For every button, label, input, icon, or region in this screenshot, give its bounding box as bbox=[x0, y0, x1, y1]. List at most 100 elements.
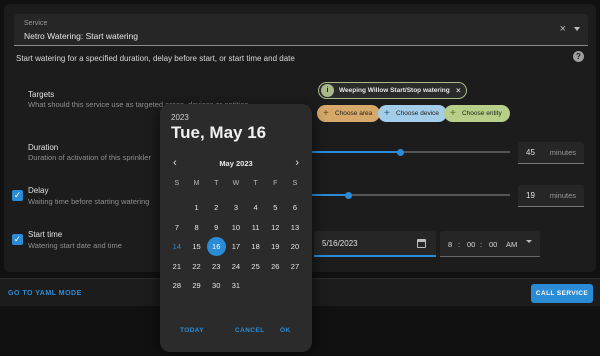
calendar-day-selected[interactable]: 16 bbox=[206, 237, 226, 257]
calendar-day[interactable]: 1 bbox=[187, 198, 207, 218]
calendar-day[interactable]: 10 bbox=[226, 218, 246, 238]
service-value: Netro Watering: Start watering bbox=[24, 31, 139, 41]
service-label: Service bbox=[24, 20, 48, 27]
delay-slider[interactable] bbox=[310, 191, 510, 199]
next-month-icon[interactable]: › bbox=[295, 158, 299, 169]
calendar-day[interactable]: 3 bbox=[226, 198, 246, 218]
targets-title: Targets bbox=[28, 90, 55, 99]
today-button[interactable]: TODAY bbox=[180, 327, 204, 334]
duration-unit: minutes bbox=[549, 148, 576, 157]
duration-slider-thumb[interactable] bbox=[396, 148, 404, 156]
calendar-day[interactable]: 4 bbox=[246, 198, 266, 218]
start-time-checkbox[interactable]: ✓ bbox=[12, 234, 23, 245]
choose-device-button[interactable]: + Choose device bbox=[378, 105, 447, 122]
time-minute[interactable]: 00 bbox=[467, 240, 475, 249]
calendar-day[interactable]: 29 bbox=[187, 276, 207, 296]
start-time-title: Start time bbox=[28, 230, 63, 239]
calendar-day[interactable]: 15 bbox=[187, 237, 207, 257]
weekday-label: F bbox=[273, 180, 278, 187]
weekday-label: T bbox=[253, 180, 258, 187]
calendar-day[interactable]: 26 bbox=[265, 257, 285, 277]
weekday-label: W bbox=[232, 180, 240, 187]
calendar-day[interactable]: 6 bbox=[285, 198, 305, 218]
time-separator: : bbox=[480, 240, 483, 249]
calendar-day[interactable]: 12 bbox=[265, 218, 285, 238]
plus-icon: + bbox=[323, 108, 329, 119]
delay-slider-fill bbox=[310, 194, 348, 196]
calendar-day[interactable]: 19 bbox=[265, 237, 285, 257]
prev-month-icon[interactable]: ‹ bbox=[173, 158, 177, 169]
start-date-input[interactable]: 5/16/2023 bbox=[314, 231, 436, 257]
delay-title: Delay bbox=[28, 186, 49, 195]
calendar-day[interactable]: 9 bbox=[206, 218, 226, 238]
weekday-label: S bbox=[292, 180, 298, 187]
picker-month-label: May 2023 bbox=[219, 159, 253, 168]
calendar-day[interactable]: 24 bbox=[226, 257, 246, 277]
plus-icon: + bbox=[450, 108, 456, 119]
time-separator: : bbox=[458, 240, 461, 249]
delay-slider-thumb[interactable] bbox=[344, 191, 352, 199]
calendar-day[interactable]: 28 bbox=[167, 276, 187, 296]
remove-chip-icon[interactable]: × bbox=[456, 83, 461, 98]
calendar-day[interactable]: 13 bbox=[285, 218, 305, 238]
call-service-button[interactable]: CALL SERVICE bbox=[531, 284, 593, 303]
time-second[interactable]: 00 bbox=[489, 240, 497, 249]
start-date-value: 5/16/2023 bbox=[322, 239, 358, 248]
start-time-input[interactable]: 8 : 00 : 00 AM bbox=[440, 231, 540, 257]
duration-slider-fill bbox=[310, 151, 400, 153]
picker-year[interactable]: 2023 bbox=[171, 113, 189, 122]
calendar-day[interactable]: 20 bbox=[285, 237, 305, 257]
calendar-day[interactable]: 18 bbox=[246, 237, 266, 257]
calendar-grid: S M T W T F S 1 2 3 4 5 6 7 8 9 10 11 12 13 14 15 16 17 18 19 20 21… bbox=[167, 178, 305, 296]
calendar-day[interactable]: 25 bbox=[246, 257, 266, 277]
calendar-day[interactable]: 27 bbox=[285, 257, 305, 277]
delay-input[interactable]: 19 minutes bbox=[518, 185, 584, 207]
chevron-down-icon[interactable] bbox=[526, 240, 532, 243]
calendar-day[interactable]: 23 bbox=[206, 257, 226, 277]
time-period[interactable]: AM bbox=[506, 240, 517, 249]
help-icon[interactable]: ? bbox=[573, 51, 584, 62]
target-entity-chip[interactable]: i Weeping Willow Start/Stop watering × bbox=[318, 82, 467, 99]
chevron-down-icon[interactable] bbox=[574, 27, 580, 31]
calendar-day[interactable]: 11 bbox=[246, 218, 266, 238]
weekday-label: T bbox=[214, 180, 219, 187]
choose-area-button[interactable]: + Choose area bbox=[317, 105, 381, 122]
calendar-day[interactable]: 2 bbox=[206, 198, 226, 218]
yaml-mode-link[interactable]: GO TO YAML MODE bbox=[8, 290, 82, 297]
calendar-empty-cell bbox=[285, 276, 305, 296]
date-picker-dialog: 2023 Tue, May 16 May 2023 ‹ › SMTWTFS123… bbox=[160, 104, 312, 352]
selected-day-number: 16 bbox=[206, 237, 226, 256]
duration-title: Duration bbox=[28, 143, 59, 152]
calendar-day[interactable]: 30 bbox=[206, 276, 226, 296]
calendar-day[interactable]: 8 bbox=[187, 218, 207, 238]
clear-icon[interactable]: × bbox=[560, 24, 566, 35]
choose-device-label: Choose device bbox=[396, 110, 439, 117]
calendar-empty-cell bbox=[167, 198, 187, 218]
delay-value: 19 bbox=[526, 191, 535, 200]
choose-area-label: Choose area bbox=[335, 110, 373, 117]
delay-subtitle: Waiting time before starting watering bbox=[28, 197, 150, 206]
choose-entity-label: Choose entity bbox=[462, 110, 502, 117]
duration-value: 45 bbox=[526, 148, 535, 157]
calendar-empty-cell bbox=[246, 276, 266, 296]
calendar-day[interactable]: 14 bbox=[167, 237, 187, 257]
entity-icon: i bbox=[321, 84, 334, 97]
calendar-day[interactable]: 17 bbox=[226, 237, 246, 257]
cancel-button[interactable]: CANCEL bbox=[235, 327, 264, 334]
choose-entity-button[interactable]: + Choose entity bbox=[444, 105, 510, 122]
service-description: Start watering for a specified duration,… bbox=[16, 54, 295, 63]
weekday-label: M bbox=[193, 180, 200, 187]
ok-button[interactable]: OK bbox=[280, 327, 291, 334]
service-select[interactable]: Service Netro Watering: Start watering × bbox=[14, 14, 588, 46]
calendar-day[interactable]: 5 bbox=[265, 198, 285, 218]
delay-checkbox[interactable]: ✓ bbox=[12, 190, 23, 201]
calendar-day[interactable]: 22 bbox=[187, 257, 207, 277]
calendar-day[interactable]: 21 bbox=[167, 257, 187, 277]
time-hour[interactable]: 8 bbox=[448, 240, 452, 249]
duration-slider[interactable] bbox=[310, 148, 510, 156]
calendar-day[interactable]: 31 bbox=[226, 276, 246, 296]
duration-input[interactable]: 45 minutes bbox=[518, 142, 584, 164]
calendar-day[interactable]: 7 bbox=[167, 218, 187, 238]
plus-icon: + bbox=[384, 108, 390, 119]
calendar-icon[interactable] bbox=[417, 239, 426, 248]
